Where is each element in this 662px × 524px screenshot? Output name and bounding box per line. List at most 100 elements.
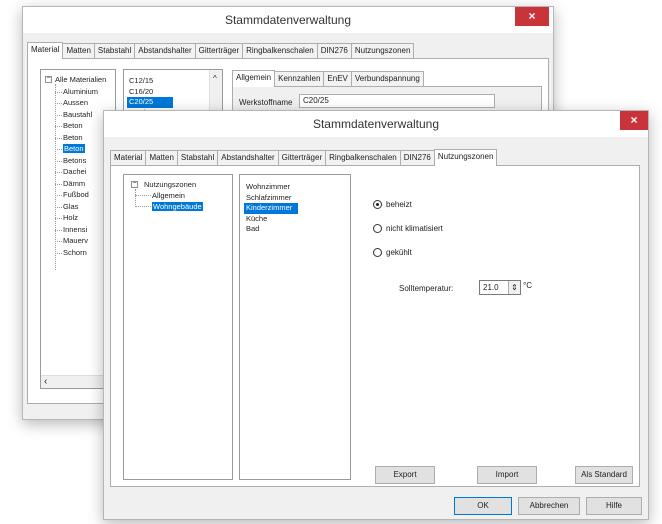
back-tree-item[interactable]: Dachei <box>63 167 86 176</box>
solltemp-input[interactable]: 21.0 ⇕ <box>479 280 521 295</box>
werkstoff-label: Werkstoffname <box>239 98 293 107</box>
back-tab-4[interactable]: Gitterträger <box>194 43 244 58</box>
front-window: Stammdatenverwaltung × Material Matten Sta… <box>103 110 649 520</box>
radio-button-icon[interactable] <box>373 248 382 257</box>
zone-tree-line <box>135 189 136 207</box>
back-tree-branch <box>55 252 62 254</box>
back-tree-branch <box>55 149 62 150</box>
back-tree-branch <box>55 183 62 185</box>
back-grade-item[interactable]: C16/20 <box>127 87 173 98</box>
back-tree-item[interactable]: Aluminium <box>63 87 98 96</box>
back-tab-3[interactable]: Abstandshalter <box>134 43 196 58</box>
back-grade-item[interactable]: C12/15 <box>127 76 173 87</box>
front-tab-0[interactable]: Material <box>110 150 147 165</box>
werkstoff-value: C20/25 <box>303 96 329 105</box>
back-tree-item[interactable]: Beton <box>63 144 85 153</box>
ok-button[interactable]: OK <box>454 497 512 515</box>
back-tree-branch <box>55 126 62 127</box>
back-tree-item[interactable]: Dämm <box>63 179 85 188</box>
back-tree-branch <box>55 229 62 231</box>
room-list[interactable]: Wohnzimmer Schlafzimmer Kinderzimmer Küche B… <box>239 174 351 480</box>
front-tab-1[interactable]: Matten <box>145 150 178 165</box>
front-tab-3[interactable]: Abstandshalter <box>217 150 279 165</box>
back-tree-item[interactable]: Alle Materialien <box>55 75 106 84</box>
back-tree-expander-icon[interactable]: − <box>45 75 52 83</box>
zone-tree-expander-icon[interactable]: − <box>131 180 138 188</box>
radio-button-icon[interactable] <box>373 224 382 233</box>
room-list-item[interactable]: Kinderzimmer <box>244 203 298 214</box>
back-window-title: Stammdatenverwaltung <box>224 13 352 27</box>
default-button[interactable]: Als Standard <box>575 466 633 484</box>
climate-radio-row[interactable]: nicht klimatisiert <box>373 224 443 233</box>
back-tree-item[interactable]: Fußbod <box>63 190 89 199</box>
zone-tree-child[interactable]: Wohngebäude <box>152 202 203 211</box>
room-list-item[interactable]: Wohnzimmer <box>244 182 298 193</box>
back-tree-item[interactable]: Holz <box>63 213 78 222</box>
back-window-titlebar[interactable]: Stammdatenverwaltung <box>23 7 553 33</box>
back-close-button[interactable]: × <box>515 7 549 26</box>
back-tree-item[interactable]: Beton <box>63 133 83 142</box>
back-tab-1[interactable]: Matten <box>62 43 95 58</box>
front-close-button[interactable]: × <box>620 111 648 130</box>
solltemp-value: 21.0 <box>483 283 499 292</box>
import-button[interactable]: Import <box>477 466 537 484</box>
back-tree-branch <box>55 160 62 162</box>
back-tree-branch <box>55 195 62 196</box>
front-tab-6[interactable]: DIN276 <box>399 150 435 165</box>
spinner-icon[interactable]: ⇕ <box>508 281 520 294</box>
back-tree-item[interactable]: Schorn <box>63 248 87 257</box>
back-tab-0[interactable]: Material <box>27 42 64 59</box>
zone-tree[interactable]: − Nutzungszonen Allgemein Wohngebäude <box>123 174 233 480</box>
back-tree-branch <box>55 218 62 219</box>
export-button[interactable]: Export <box>375 466 435 484</box>
back-tree-branch <box>55 91 62 93</box>
back-tree-item[interactable]: Glas <box>63 202 78 211</box>
help-button[interactable]: Hilfe <box>586 497 642 515</box>
back-sub-tab-3[interactable]: Verbundspannung <box>350 71 424 86</box>
room-list-item[interactable]: Schlafzimmer <box>244 193 298 204</box>
front-window-titlebar[interactable]: Stammdatenverwaltung <box>104 111 648 137</box>
solltemp-unit: °C <box>523 281 532 290</box>
room-list-item[interactable]: Bad <box>244 224 298 235</box>
back-grade-item[interactable]: C20/25 <box>127 97 173 108</box>
back-tree-line <box>55 84 56 270</box>
front-window-title: Stammdatenverwaltung <box>312 117 440 131</box>
back-tab-5[interactable]: Ringbalkenschalen <box>242 43 318 58</box>
front-tab-7[interactable]: Nutzungszonen <box>433 149 498 166</box>
zone-tree-branch-1 <box>135 195 151 196</box>
zone-tree-branch-2 <box>135 206 151 207</box>
climate-radio-label: nicht klimatisiert <box>386 224 443 233</box>
climate-radio-row[interactable]: beheizt <box>373 200 412 209</box>
front-tab-4[interactable]: Gitterträger <box>277 150 327 165</box>
back-tab-strip: Material Matten Stabstahl Abstandshalter Git… <box>27 42 415 59</box>
back-tab-7[interactable]: Nutzungszonen <box>350 43 415 58</box>
cancel-button[interactable]: Abbrechen <box>518 497 580 515</box>
climate-radio-row[interactable]: gekühlt <box>373 248 412 257</box>
back-sub-tab-1[interactable]: Kennzahlen <box>274 71 325 86</box>
back-sub-tab-0[interactable]: Allgemein <box>232 70 276 87</box>
radio-button-icon[interactable] <box>373 200 382 209</box>
zone-tree-root[interactable]: Nutzungszonen <box>144 180 196 189</box>
werkstoff-input[interactable]: C20/25 <box>299 94 495 108</box>
front-tab-strip: Material Matten Stabstahl Abstandshalter Git… <box>110 149 498 166</box>
scroll-left-icon[interactable]: ‹ <box>44 376 47 387</box>
front-tab-2[interactable]: Stabstahl <box>176 150 219 165</box>
room-list-item[interactable]: Küche <box>244 214 298 225</box>
scroll-up-icon[interactable]: ^ <box>213 74 217 83</box>
back-tab-6[interactable]: DIN276 <box>316 43 352 58</box>
back-tree-item[interactable]: Baustahl <box>63 110 92 119</box>
front-tab-5[interactable]: Ringbalkenschalen <box>325 150 401 165</box>
back-tree-branch <box>55 206 62 208</box>
back-tree-item[interactable]: Innensi <box>63 225 87 234</box>
back-tree-item[interactable]: Beton <box>63 121 83 130</box>
zone-tree-child[interactable]: Allgemein <box>152 191 185 200</box>
back-tree-item[interactable]: Mauerv <box>63 236 88 245</box>
back-tree-branch <box>55 114 62 116</box>
back-tree-branch <box>55 241 62 242</box>
back-tab-2[interactable]: Stabstahl <box>93 43 136 58</box>
back-tree-item[interactable]: Aussen <box>63 98 88 107</box>
back-tree-item[interactable]: Betons <box>63 156 86 165</box>
back-tree-branch <box>55 172 62 173</box>
climate-radio-label: gekühlt <box>386 248 412 257</box>
back-sub-tab-2[interactable]: EnEV <box>323 71 352 86</box>
